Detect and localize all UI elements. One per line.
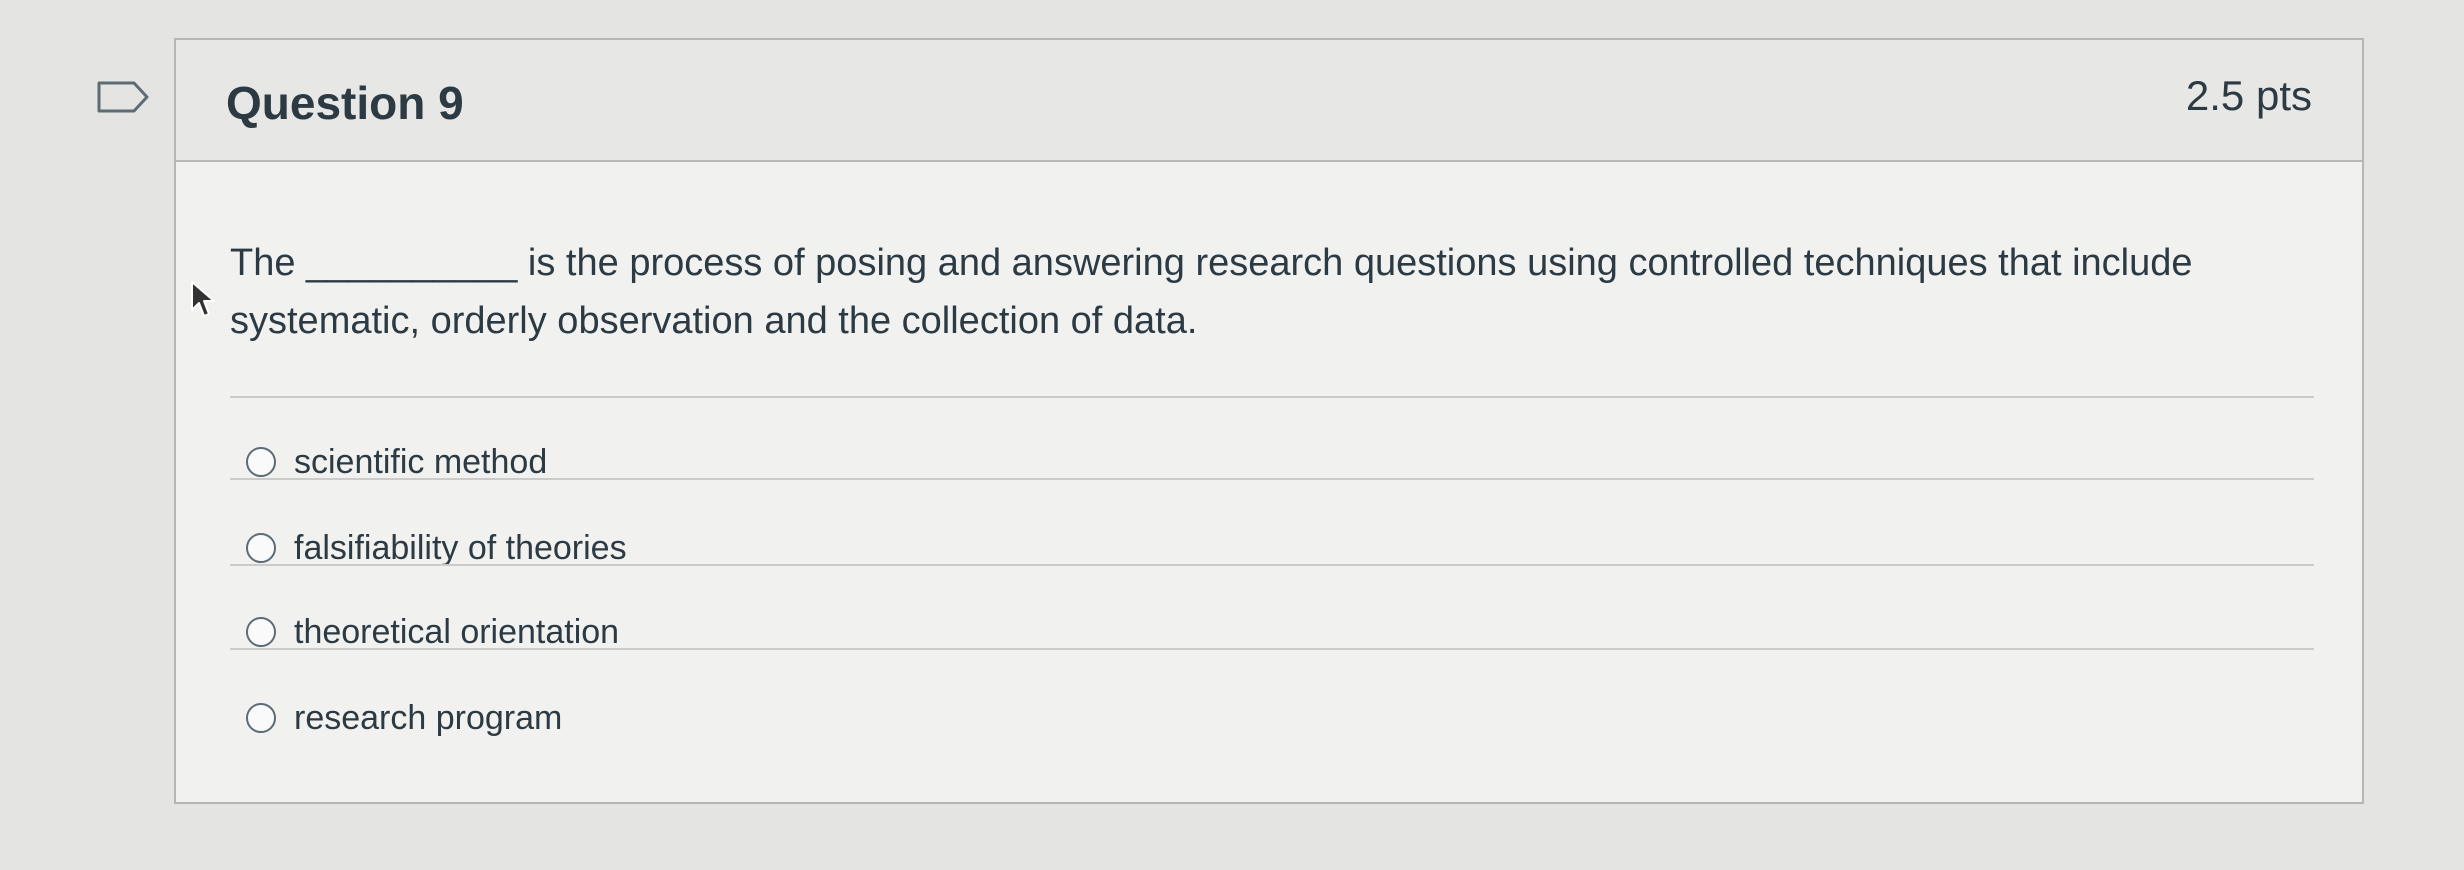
radio-button-icon[interactable]: [246, 617, 276, 647]
question-text-line-2: systematic, orderly observation and the …: [230, 300, 1198, 342]
answer-option-scientific-method[interactable]: scientific method: [230, 432, 2314, 492]
radio-button-icon[interactable]: [246, 447, 276, 477]
question-text: The __________ is the process of posing …: [230, 234, 2290, 350]
answers-top-divider: [230, 396, 2314, 398]
answer-option-research-program[interactable]: research program: [230, 688, 2314, 748]
answer-divider: [230, 478, 2314, 480]
question-points: 2.5 pts: [2185, 72, 2312, 119]
radio-button-icon[interactable]: [246, 533, 276, 563]
radio-button-icon[interactable]: [246, 703, 276, 733]
answer-label: theoretical orientation: [294, 612, 620, 651]
answer-option-theoretical-orientation[interactable]: theoretical orientation: [230, 602, 2314, 662]
answer-label: research program: [294, 698, 563, 737]
answer-label: falsifiability of theories: [294, 528, 627, 567]
question-text-line-1: The __________ is the process of posing …: [230, 242, 2193, 284]
answer-label: scientific method: [294, 442, 548, 481]
answer-divider: [230, 564, 2314, 566]
flag-question-icon[interactable]: [96, 80, 150, 114]
answer-divider: [230, 648, 2314, 650]
answer-option-falsifiability-of-theories[interactable]: falsifiability of theories: [230, 518, 2314, 578]
question-title: Question 9: [226, 77, 464, 129]
question-header: Question 9 2.5 pts: [176, 40, 2362, 162]
mouse-pointer-icon: [191, 281, 215, 317]
question-card: Question 9 2.5 pts The __________ is the…: [174, 38, 2364, 804]
